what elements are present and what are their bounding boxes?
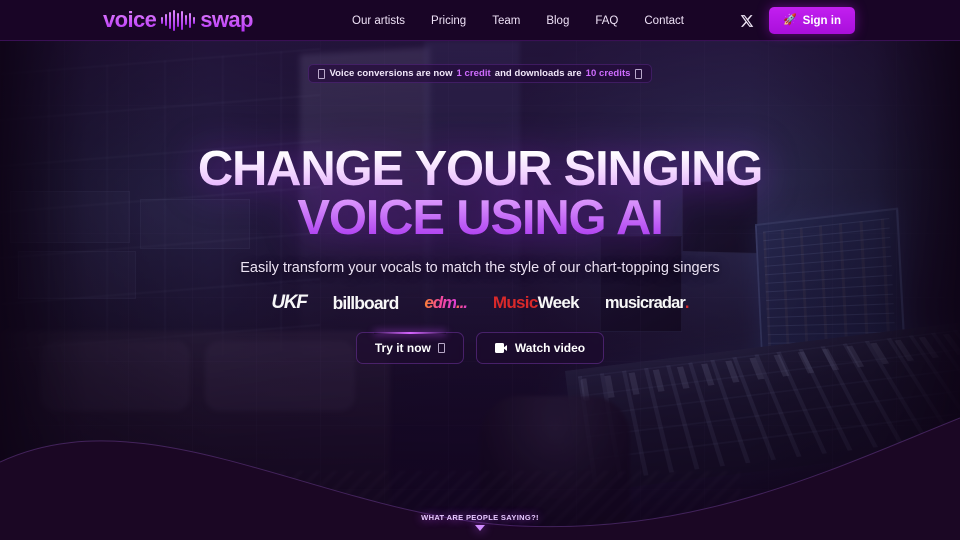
edm-logo-text: edm — [424, 293, 457, 313]
x-twitter-icon[interactable] — [739, 13, 755, 29]
announcement-credit-2: 10 credits — [585, 68, 631, 79]
billboard-logo: billboard — [332, 292, 400, 314]
watch-video-button[interactable]: Watch video — [475, 332, 605, 365]
logo-word-voice: voice — [103, 7, 157, 32]
nav-item-our-artists[interactable]: Our artists — [352, 15, 405, 27]
announcement-pill[interactable]: Voice conversions are now 1 credit and d… — [308, 64, 652, 83]
headline-line-1: CHANGE YOUR SINGING — [197, 142, 763, 196]
edm-logo-tail: ... — [456, 293, 468, 313]
musicweek-logo: Music Week — [492, 292, 580, 314]
missing-glyph-box-icon — [318, 68, 326, 79]
musicradar-logo-dot: . — [684, 293, 690, 312]
rocket-icon: 🚀 — [782, 14, 797, 26]
watch-video-label: Watch video — [514, 341, 586, 356]
video-camera-icon — [494, 343, 508, 354]
musicweek-logo-text-week: Week — [537, 293, 580, 313]
announcement-text-before: Voice conversions are now — [329, 68, 453, 79]
chevron-down-icon[interactable] — [475, 525, 485, 531]
nav-item-contact[interactable]: Contact — [644, 15, 684, 27]
musicweek-logo-text-music: Music — [492, 293, 538, 313]
hero-cta-group: Try it now Watch video — [355, 332, 605, 365]
try-it-now-button[interactable]: Try it now — [355, 332, 464, 365]
hero-section: CHANGE YOUR SINGING VOICE USING AI Easil… — [0, 150, 960, 365]
scroll-hint-label: WHAT ARE PEOPLE SAYING?! — [421, 513, 539, 522]
announcement-banner: Voice conversions are now 1 credit and d… — [0, 64, 960, 83]
billboard-logo-text: billboard — [332, 292, 400, 313]
ukf-logo-text: UKF — [271, 292, 307, 314]
ukf-logo: UKF — [271, 292, 307, 314]
main-navigation: Our artists Pricing Team Blog FAQ Contac… — [352, 0, 684, 41]
missing-glyph-box-icon — [634, 68, 642, 79]
missing-glyph-box-icon — [437, 343, 445, 354]
edm-logo: edm... — [424, 292, 468, 314]
sign-in-button[interactable]: 🚀 Sign in — [768, 7, 855, 34]
sign-in-label: Sign in — [802, 14, 841, 27]
hero-subtitle: Easily transform your vocals to match th… — [240, 260, 720, 277]
page-title: CHANGE YOUR SINGING VOICE USING AI — [198, 150, 762, 238]
press-logo-strip: UKF billboard edm... Music Week musicrada… — [271, 292, 689, 314]
site-header: voice swap Our artists Pricing Team Blog… — [0, 0, 960, 41]
logo-word-swap: swap — [200, 7, 253, 32]
logo[interactable]: voice swap — [103, 7, 253, 33]
try-it-now-label: Try it now — [374, 341, 431, 356]
announcement-text-middle: and downloads are — [494, 68, 582, 79]
nav-item-team[interactable]: Team — [492, 15, 520, 27]
landing-page: voice swap Our artists Pricing Team Blog… — [0, 0, 960, 540]
scroll-hint: WHAT ARE PEOPLE SAYING?! — [0, 513, 960, 531]
musicradar-logo: musicradar. — [605, 292, 689, 314]
announcement-credit-1: 1 credit — [456, 68, 491, 79]
headline-line-2: VOICE USING AI — [297, 190, 663, 245]
nav-item-pricing[interactable]: Pricing — [431, 15, 466, 27]
waveform-icon — [161, 9, 196, 31]
nav-item-blog[interactable]: Blog — [546, 15, 569, 27]
nav-item-faq[interactable]: FAQ — [595, 15, 618, 27]
musicradar-logo-text: musicradar — [604, 293, 686, 312]
